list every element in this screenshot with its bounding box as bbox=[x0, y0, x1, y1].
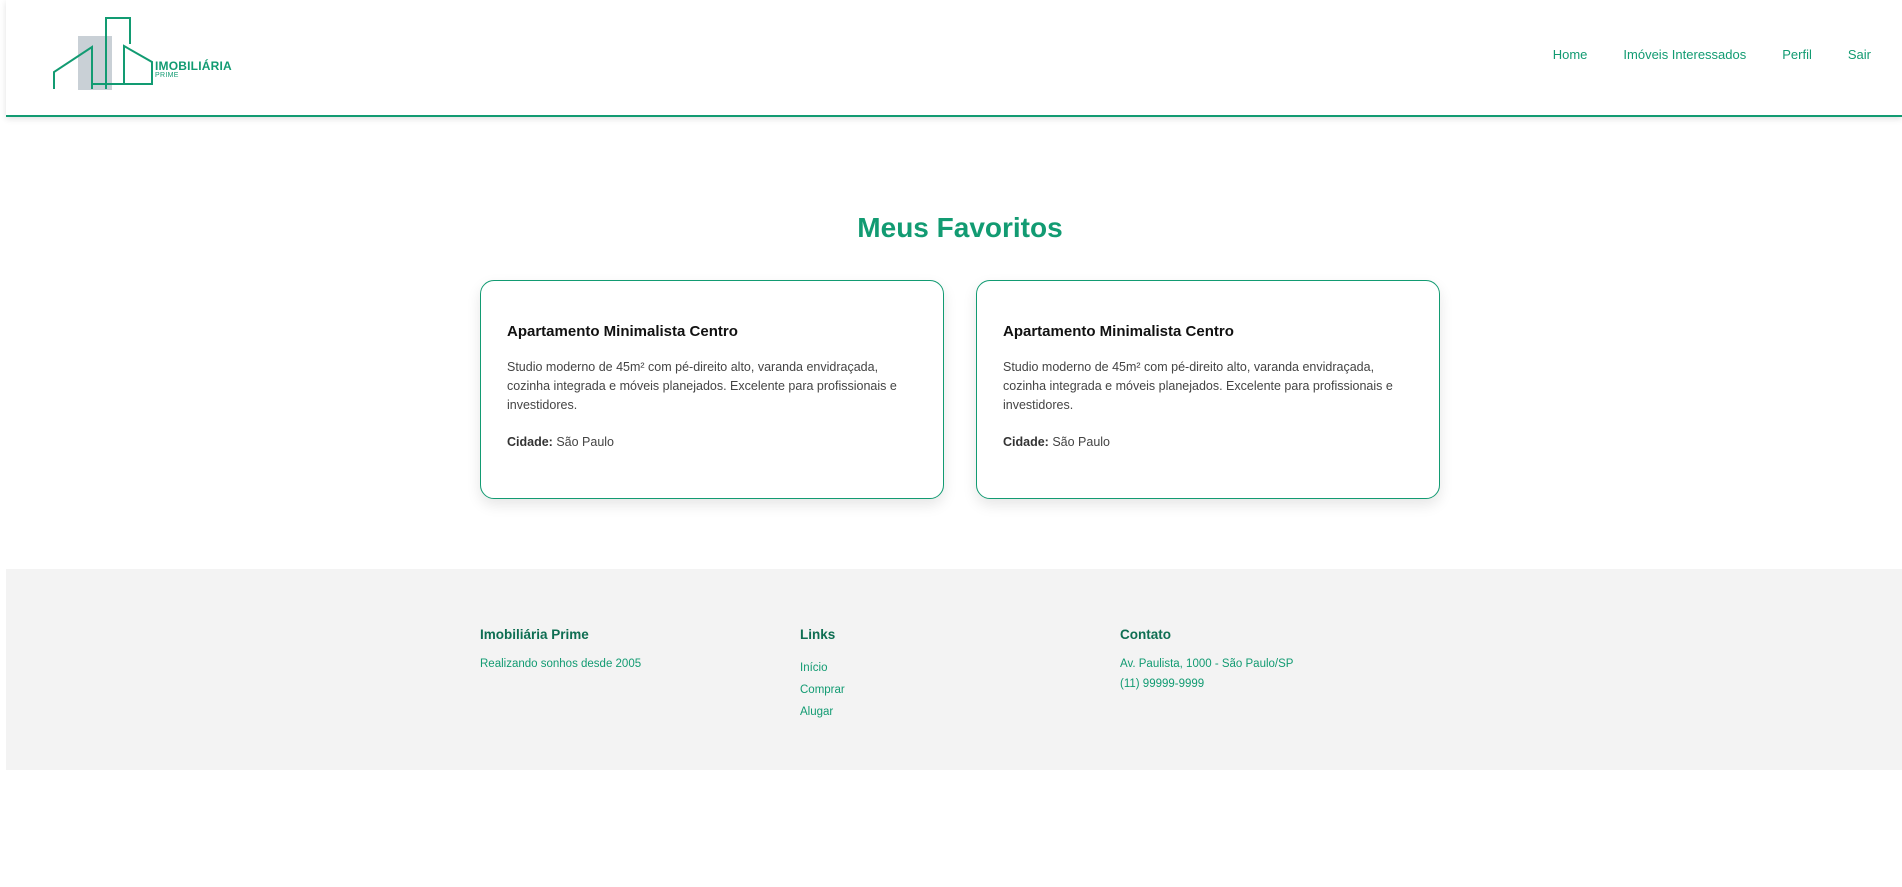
property-title: Apartamento Minimalista Centro bbox=[507, 323, 738, 340]
footer-link-comprar[interactable]: Comprar bbox=[800, 679, 845, 701]
footer-about-title: Imobiliária Prime bbox=[480, 627, 589, 642]
page-title: Meus Favoritos bbox=[857, 212, 1063, 243]
footer-contact-title: Contato bbox=[1120, 627, 1171, 642]
nav-link-interested[interactable]: Imóveis Interessados bbox=[1623, 47, 1746, 62]
footer-links: Links Início Comprar Alugar bbox=[800, 627, 845, 723]
logo-subtitle: PRIME bbox=[155, 72, 179, 79]
property-title: Apartamento Minimalista Centro bbox=[1003, 323, 1234, 340]
city-label: Cidade: bbox=[1003, 435, 1049, 449]
site-header: IMOBILIÁRIA PRIME Home Imóveis Interessa… bbox=[6, 0, 1902, 117]
city-value: São Paulo bbox=[556, 435, 615, 449]
property-city: Cidade: São Paulo bbox=[507, 435, 917, 449]
logo-name: IMOBILIÁRIA bbox=[155, 59, 232, 73]
property-city: Cidade: São Paulo bbox=[1003, 435, 1413, 449]
footer-address: Av. Paulista, 1000 - São Paulo/SP bbox=[1120, 658, 1294, 670]
favorite-card[interactable]: Apartamento Minimalista Centro Studio mo… bbox=[976, 280, 1440, 499]
favorite-card[interactable]: Apartamento Minimalista Centro Studio mo… bbox=[480, 280, 944, 499]
nav-link-logout[interactable]: Sair bbox=[1848, 47, 1871, 62]
city-label: Cidade: bbox=[507, 435, 553, 449]
city-value: São Paulo bbox=[1052, 435, 1111, 449]
footer-phone: (11) 99999-9999 bbox=[1120, 678, 1205, 690]
footer-links-title: Links bbox=[800, 627, 836, 642]
nav-link-profile[interactable]: Perfil bbox=[1782, 47, 1812, 62]
footer-link-alugar[interactable]: Alugar bbox=[800, 701, 845, 723]
building-logo-icon bbox=[53, 17, 153, 90]
main-nav: Home Imóveis Interessados Perfil Sair bbox=[1553, 47, 1902, 62]
logo[interactable]: IMOBILIÁRIA PRIME bbox=[52, 14, 242, 94]
footer-about: Imobiliária Prime Realizando sonhos desd… bbox=[480, 627, 641, 674]
footer-tagline: Realizando sonhos desde 2005 bbox=[480, 658, 642, 670]
site-footer: Imobiliária Prime Realizando sonhos desd… bbox=[6, 569, 1902, 770]
property-description: Studio moderno de 45m² com pé-direito al… bbox=[1003, 360, 1393, 412]
footer-link-inicio[interactable]: Início bbox=[800, 657, 845, 679]
nav-link-home[interactable]: Home bbox=[1553, 47, 1588, 62]
footer-contact: Contato Av. Paulista, 1000 - São Paulo/S… bbox=[1120, 627, 1293, 694]
page: IMOBILIÁRIA PRIME Home Imóveis Interessa… bbox=[0, 0, 1902, 887]
property-description: Studio moderno de 45m² com pé-direito al… bbox=[507, 360, 897, 412]
